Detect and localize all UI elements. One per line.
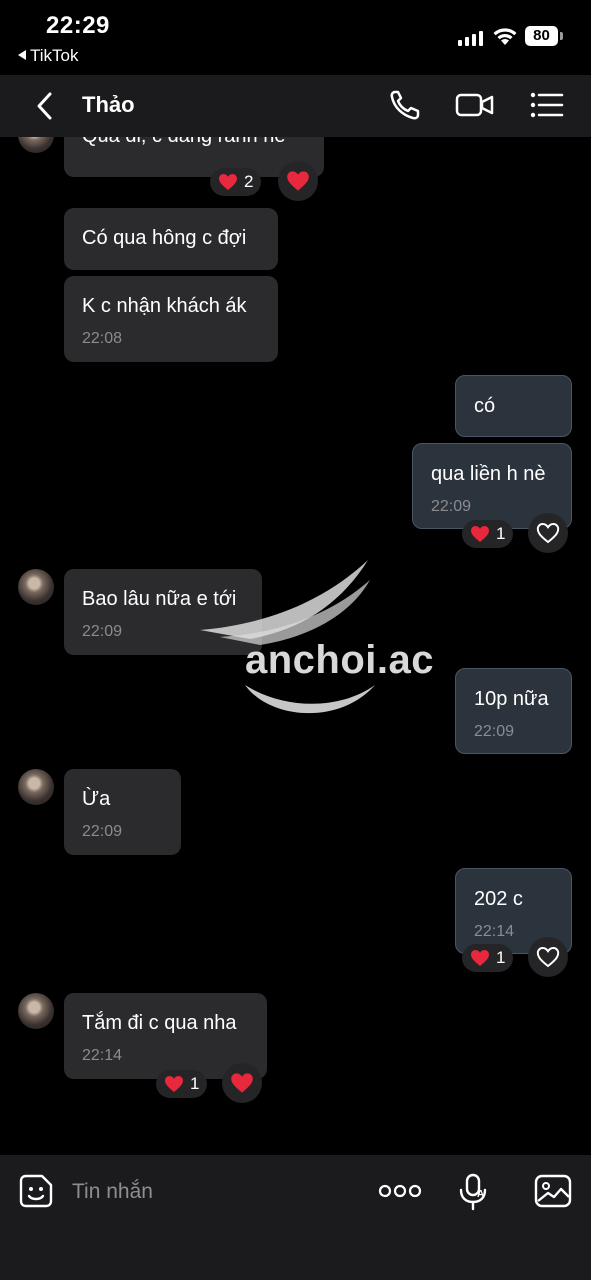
message-bubble-received[interactable]: Có qua hông c đợi bbox=[64, 208, 278, 270]
reaction-count-badge[interactable]: 1 bbox=[156, 1070, 208, 1098]
watermark-text: anchoi.ac bbox=[245, 638, 435, 682]
contact-avatar[interactable] bbox=[18, 993, 54, 1029]
emoji-sticker-icon[interactable] bbox=[18, 1173, 54, 1209]
chat-header: Thảo bbox=[0, 75, 591, 137]
message-time: 22:09 bbox=[82, 823, 123, 840]
message-text: 202 c bbox=[474, 888, 523, 910]
message-bubble-received[interactable]: K c nhận khách ák 22:08 bbox=[64, 276, 278, 362]
message-text: Bao lâu nữa e tới bbox=[82, 588, 237, 610]
message-time: 22:09 bbox=[431, 498, 472, 515]
contact-avatar[interactable] bbox=[18, 137, 54, 153]
react-button[interactable] bbox=[278, 161, 318, 201]
heart-filled-icon bbox=[287, 171, 309, 191]
reaction-count-badge[interactable]: 1 bbox=[462, 944, 514, 972]
back-to-app-link[interactable]: TikTok bbox=[18, 46, 79, 66]
heart-reaction-icon bbox=[165, 1076, 183, 1092]
cellular-signal-icon bbox=[458, 30, 484, 46]
status-bar: 22:29 TikTok 80 bbox=[0, 0, 591, 75]
message-text: qua liền h nè bbox=[431, 463, 546, 485]
message-text: K c nhận khách ák bbox=[82, 295, 247, 317]
back-triangle-icon bbox=[18, 50, 26, 60]
heart-outline-icon bbox=[536, 947, 560, 968]
react-button[interactable] bbox=[222, 1063, 262, 1103]
reaction-count: 1 bbox=[496, 948, 506, 967]
more-dots-icon[interactable] bbox=[378, 1181, 422, 1201]
contact-avatar[interactable] bbox=[18, 569, 54, 605]
status-time: 22:29 bbox=[46, 12, 110, 39]
message-text: có bbox=[474, 395, 496, 417]
message-bubble-sent[interactable]: có bbox=[455, 375, 572, 437]
message-time: 22:09 bbox=[474, 723, 515, 740]
message-bubble-received[interactable]: Ừa 22:09 bbox=[64, 769, 181, 855]
voice-mic-icon[interactable]: A bbox=[456, 1173, 490, 1211]
heart-outline-icon bbox=[536, 523, 560, 544]
reaction-count: 1 bbox=[190, 1074, 200, 1093]
message-list[interactable]: Qua đi, c đang rảnh nè 2 Có qua hông c đ… bbox=[0, 137, 591, 1130]
react-button[interactable] bbox=[528, 937, 568, 977]
reaction-count: 1 bbox=[496, 524, 506, 543]
wifi-icon bbox=[493, 28, 517, 45]
message-text: Tắm đi c qua nha bbox=[82, 1012, 237, 1034]
message-bubble-sent[interactable]: 10p nữa 22:09 bbox=[455, 668, 572, 754]
message-text: Ừa bbox=[82, 788, 111, 810]
message-text: 10p nữa bbox=[474, 688, 549, 710]
image-gallery-icon[interactable] bbox=[534, 1173, 572, 1209]
react-button[interactable] bbox=[528, 513, 568, 553]
svg-text:A: A bbox=[477, 1189, 484, 1200]
back-chevron-icon[interactable] bbox=[30, 89, 60, 123]
message-bubble-received[interactable]: Bao lâu nữa e tới 22:09 bbox=[64, 569, 262, 655]
heart-reaction-icon bbox=[471, 526, 489, 542]
message-time: 22:14 bbox=[82, 1047, 123, 1064]
message-time: 22:09 bbox=[82, 623, 123, 640]
message-text: Qua đi, c đang rảnh nè bbox=[82, 137, 285, 148]
battery-indicator: 80 bbox=[525, 26, 563, 46]
heart-reaction-icon bbox=[219, 174, 237, 190]
message-text: Có qua hông c đợi bbox=[82, 227, 247, 249]
message-composer: Tin nhắn A bbox=[0, 1155, 591, 1280]
menu-list-icon[interactable] bbox=[528, 87, 568, 123]
heart-reaction-icon bbox=[471, 950, 489, 966]
back-app-label: TikTok bbox=[30, 46, 79, 65]
message-time: 22:08 bbox=[82, 330, 123, 347]
reaction-count-badge[interactable]: 2 bbox=[210, 168, 262, 196]
message-time: 22:14 bbox=[474, 923, 515, 940]
heart-filled-icon bbox=[231, 1073, 253, 1093]
video-icon[interactable] bbox=[455, 87, 495, 123]
contact-avatar[interactable] bbox=[18, 769, 54, 805]
reaction-count: 2 bbox=[244, 172, 254, 191]
reaction-count-badge[interactable]: 1 bbox=[462, 520, 514, 548]
phone-icon[interactable] bbox=[387, 87, 427, 123]
contact-name[interactable]: Thảo bbox=[82, 92, 135, 118]
message-input[interactable]: Tin nhắn bbox=[72, 1180, 153, 1204]
